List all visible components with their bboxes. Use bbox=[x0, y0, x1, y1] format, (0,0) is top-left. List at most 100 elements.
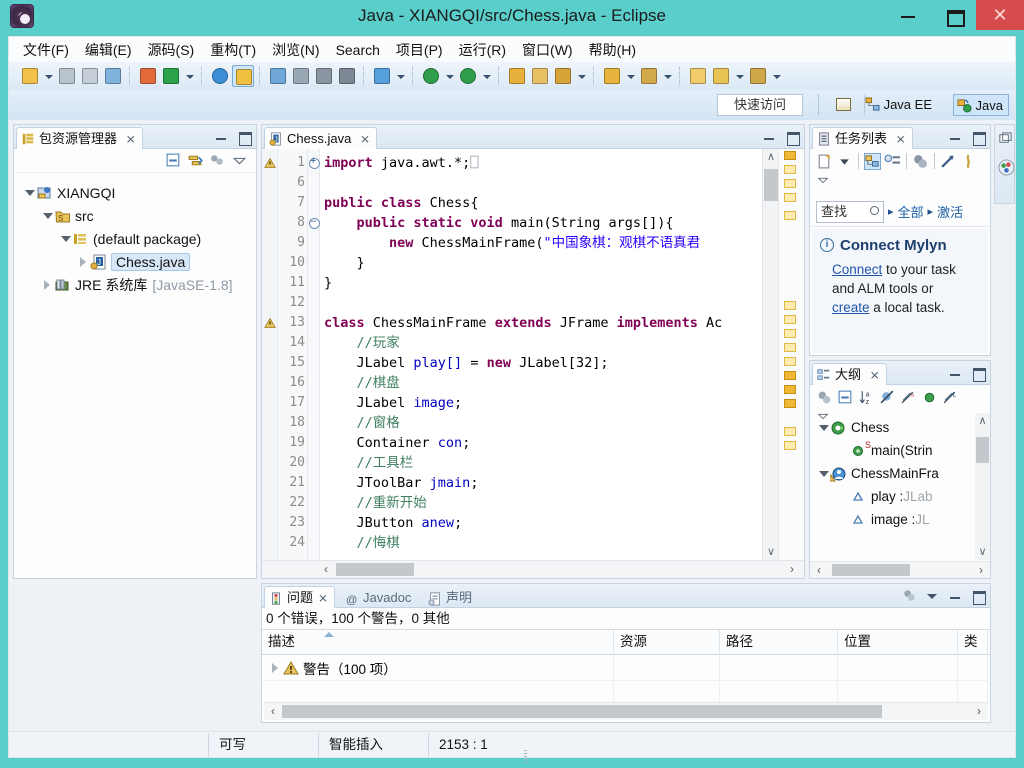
print-button[interactable] bbox=[102, 65, 124, 87]
overview-warning-marker[interactable] bbox=[784, 343, 796, 352]
focus-on-active-task-icon[interactable] bbox=[902, 588, 917, 603]
editor-marker-bar[interactable] bbox=[262, 149, 278, 560]
categorized-presentation-icon[interactable] bbox=[864, 152, 881, 170]
save-button[interactable] bbox=[56, 65, 78, 87]
minimize-icon[interactable] bbox=[948, 129, 963, 144]
overview-warning-marker[interactable] bbox=[784, 385, 796, 394]
scroll-down-icon[interactable]: ∨ bbox=[763, 544, 779, 560]
editor-horizontal-scrollbar[interactable]: ‹ › bbox=[262, 560, 804, 578]
scroll-thumb[interactable] bbox=[976, 437, 989, 463]
previous-edit-button[interactable] bbox=[601, 65, 623, 87]
warning-marker-icon[interactable] bbox=[262, 313, 277, 333]
pkg-tree-item-4[interactable]: JRE 系统库 [JavaSE-1.8] bbox=[14, 273, 256, 296]
problems-column-0[interactable]: 描述 bbox=[262, 630, 614, 655]
crumb-all[interactable]: 全部 bbox=[898, 202, 924, 221]
new-annotation-button[interactable] bbox=[552, 65, 574, 87]
search-button[interactable] bbox=[267, 65, 289, 87]
overview-warning-marker[interactable] bbox=[784, 441, 796, 450]
hscroll-right-icon[interactable]: › bbox=[974, 562, 988, 579]
collapse-all-icon[interactable] bbox=[940, 153, 957, 170]
menu-item-3[interactable]: 重构(T) bbox=[202, 37, 264, 63]
create-link[interactable]: create bbox=[832, 300, 870, 315]
view-menu-icon[interactable] bbox=[925, 588, 940, 603]
close-icon[interactable]: ⨯ bbox=[896, 129, 906, 150]
pkg-tree-item-3[interactable]: J Chess.java bbox=[14, 250, 256, 273]
open-task-folder-button[interactable] bbox=[529, 65, 551, 87]
minimize-icon[interactable] bbox=[762, 129, 777, 144]
restore-view-icon[interactable] bbox=[998, 131, 1013, 146]
pkg-tree-item-1[interactable]: Ssrc bbox=[14, 204, 256, 227]
show-whitespace-button[interactable] bbox=[313, 65, 335, 87]
tab-problems-1[interactable]: @ Javadoc bbox=[340, 586, 418, 608]
problems-column-4[interactable]: 类 bbox=[958, 630, 988, 655]
perspective-java[interactable]: Java bbox=[952, 94, 1009, 116]
editor-overview-ruler[interactable] bbox=[778, 149, 804, 560]
hide-local-types-icon[interactable]: L bbox=[942, 389, 959, 406]
maximize-button[interactable] bbox=[932, 0, 976, 30]
collapse-all-icon[interactable] bbox=[837, 389, 854, 406]
save-all-button[interactable] bbox=[79, 65, 101, 87]
tab-outline[interactable]: 大纲 ⨯ bbox=[812, 363, 887, 385]
minimize-icon[interactable] bbox=[214, 129, 229, 144]
close-icon[interactable]: ⨯ bbox=[360, 129, 370, 150]
overview-warning-marker[interactable] bbox=[784, 427, 796, 436]
maximize-icon[interactable] bbox=[971, 588, 986, 605]
hscroll-right-icon[interactable]: › bbox=[972, 703, 986, 720]
new-task-dropdown-icon[interactable] bbox=[836, 153, 853, 170]
skip-breakpoints-button[interactable] bbox=[336, 65, 358, 87]
menu-item-1[interactable]: 编辑(E) bbox=[77, 37, 140, 63]
connect-link[interactable]: Connect bbox=[832, 262, 882, 277]
chevron-down-icon[interactable] bbox=[733, 65, 746, 87]
overview-warning-marker[interactable] bbox=[784, 179, 796, 188]
new-class-button[interactable] bbox=[160, 65, 182, 87]
back-button[interactable] bbox=[687, 65, 709, 87]
overview-warning-marker[interactable] bbox=[784, 357, 796, 366]
view-menu-extra-icon[interactable] bbox=[209, 152, 226, 169]
overview-warning-marker[interactable] bbox=[784, 399, 796, 408]
minimize-icon[interactable] bbox=[948, 365, 963, 380]
tab-problems-2[interactable]: 声明 bbox=[423, 586, 479, 608]
outline-vertical-scrollbar[interactable]: ∧ ∨ bbox=[975, 413, 990, 560]
focus-on-workweek-icon[interactable] bbox=[912, 153, 929, 170]
tab-problems-0[interactable]: 问题 ⨯ bbox=[264, 586, 336, 608]
outline-item-3[interactable]: play : JLab bbox=[810, 485, 990, 508]
chevron-down-icon[interactable] bbox=[394, 65, 407, 87]
hscroll-left-icon[interactable]: ‹ bbox=[812, 562, 826, 579]
twisty-collapsed-icon[interactable] bbox=[268, 661, 282, 675]
task-activation-icon[interactable] bbox=[960, 153, 977, 170]
run-button[interactable] bbox=[420, 65, 442, 87]
highlight-button[interactable] bbox=[232, 65, 254, 87]
back-history-button[interactable] bbox=[710, 65, 732, 87]
hide-fields-icon[interactable] bbox=[879, 389, 896, 406]
menu-item-8[interactable]: 窗口(W) bbox=[514, 37, 581, 63]
menu-item-9[interactable]: 帮助(H) bbox=[581, 37, 644, 63]
editor-folding-bar[interactable] bbox=[308, 149, 320, 560]
overview-warning-marker[interactable] bbox=[784, 301, 796, 310]
twisty-expanded-icon[interactable] bbox=[58, 232, 72, 246]
twisty-expanded-icon[interactable] bbox=[816, 467, 830, 481]
tab-task-list[interactable]: 任务列表 ⨯ bbox=[812, 127, 913, 149]
tab-chess-java[interactable]: J Chess.java ⨯ bbox=[264, 127, 377, 149]
open-perspective-button[interactable] bbox=[833, 95, 855, 115]
hscroll-thumb[interactable] bbox=[336, 563, 414, 576]
outline-horizontal-scrollbar[interactable]: ‹ › bbox=[810, 561, 990, 578]
close-icon[interactable]: ⨯ bbox=[126, 129, 136, 150]
maximize-icon[interactable] bbox=[971, 129, 986, 146]
new-java-project-button[interactable] bbox=[137, 65, 159, 87]
new-task-icon[interactable] bbox=[816, 153, 833, 170]
chevron-down-icon[interactable] bbox=[575, 65, 588, 87]
pkg-tree-item-0[interactable]: XIANGQI bbox=[14, 181, 256, 204]
debug-button[interactable] bbox=[371, 65, 393, 87]
twisty-expanded-icon[interactable] bbox=[22, 186, 36, 200]
maximize-icon[interactable] bbox=[785, 129, 800, 146]
fold-minus-icon[interactable] bbox=[308, 213, 320, 233]
quick-access-input[interactable]: 快速访问 bbox=[717, 94, 803, 116]
minimize-button[interactable] bbox=[886, 0, 930, 30]
pkg-tree-item-2[interactable]: (default package) bbox=[14, 227, 256, 250]
minimize-icon[interactable] bbox=[948, 588, 963, 603]
new-wizard-button[interactable] bbox=[19, 65, 41, 87]
chevron-down-icon[interactable] bbox=[183, 65, 196, 87]
outline-item-0[interactable]: Chess bbox=[810, 416, 990, 439]
task-find-input[interactable]: 查找 bbox=[816, 200, 884, 223]
overview-warning-marker[interactable] bbox=[784, 329, 796, 338]
